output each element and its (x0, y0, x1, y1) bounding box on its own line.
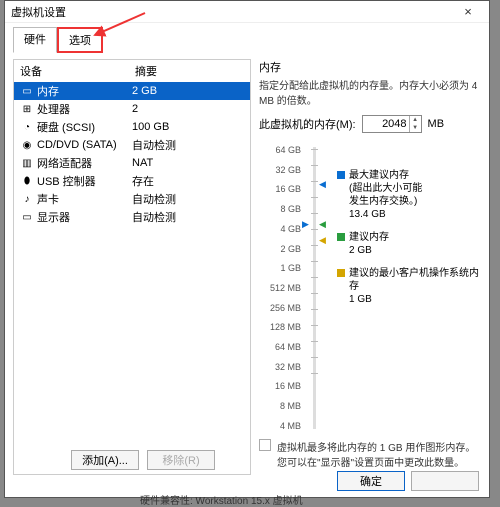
device-icon: ▥ (20, 158, 34, 169)
device-icon: ◉ (20, 140, 34, 151)
memory-footnote-text: 虚拟机最多将此内存的 1 GB 用作图形内存。您可以在"显示器"设置页面中更改此… (277, 439, 481, 469)
tick-label: 128 MB (259, 322, 301, 332)
device-summary: 自动检测 (132, 191, 244, 207)
hardware-list-panel: 设备 摘要 ▭内存2 GB⊞处理器2◔硬盘 (SCSI)100 GB◉CD/DV… (13, 59, 251, 475)
device-name: 网络适配器 (37, 155, 92, 171)
memory-footnote: 虚拟机最多将此内存的 1 GB 用作图形内存。您可以在"显示器"设置页面中更改此… (259, 433, 481, 475)
info-icon (259, 439, 271, 451)
tab-hardware[interactable]: 硬件 (13, 27, 57, 53)
device-icon: ⬮ (20, 176, 34, 187)
tick-label: 16 MB (259, 381, 301, 391)
col-device: 设备 (20, 63, 135, 79)
hardware-row[interactable]: ◉CD/DVD (SATA) 自动检测 (14, 136, 250, 154)
device-summary: 存在 (132, 173, 244, 189)
tick-label: 64 GB (259, 145, 301, 155)
hardware-list-header: 设备 摘要 (14, 60, 250, 82)
close-icon[interactable]: × (453, 4, 483, 19)
titlebar: 虚拟机设置 × (5, 1, 489, 23)
tick-label: 8 GB (259, 204, 301, 214)
tick-label: 2 GB (259, 244, 301, 254)
device-name: 声卡 (37, 191, 59, 207)
tick-label: 32 MB (259, 362, 301, 372)
tick-label: 16 GB (259, 184, 301, 194)
slider-thumb-icon[interactable]: ▶ (302, 219, 309, 230)
tick-label: 512 MB (259, 283, 301, 293)
tab-bar: 硬件 选项 (5, 23, 489, 53)
tick-label: 32 GB (259, 165, 301, 175)
legend-swatch-rec (337, 233, 345, 241)
hardware-row[interactable]: ♪声卡 自动检测 (14, 190, 250, 208)
memory-unit: MB (428, 118, 445, 130)
device-icon: ▭ (20, 86, 34, 97)
memory-group-title: 内存 (259, 59, 481, 75)
memory-legend: 最大建议内存 (超出此大小可能 发生内存交换。) 13.4 GB 建议内存 2 … (337, 143, 481, 433)
tick-label: 256 MB (259, 303, 301, 313)
tick-label: 4 GB (259, 224, 301, 234)
legend-max-note1: (超出此大小可能 (349, 182, 422, 195)
window-title: 虚拟机设置 (11, 4, 453, 20)
device-icon: ♪ (20, 194, 34, 205)
vm-settings-window: 虚拟机设置 × 硬件 选项 设备 摘要 ▭内存2 GB⊞处理器2◔硬盘 (SCS… (4, 0, 490, 498)
memory-slider-track[interactable]: ◀ ◀ ◀ ▶ (305, 143, 333, 433)
add-button[interactable]: 添加(A)... (71, 450, 139, 470)
device-summary: 2 GB (132, 85, 244, 97)
tick-label: 4 MB (259, 421, 301, 431)
legend-max-value: 13.4 GB (349, 208, 422, 221)
cancel-button[interactable] (411, 471, 479, 491)
col-summary: 摘要 (135, 63, 157, 79)
hardware-list[interactable]: ▭内存2 GB⊞处理器2◔硬盘 (SCSI)100 GB◉CD/DVD (SAT… (14, 82, 250, 446)
memory-stepper[interactable]: ▲▼ (362, 115, 422, 133)
legend-max-note2: 发生内存交换。) (349, 195, 422, 208)
legend-rec-value: 2 GB (349, 244, 389, 257)
device-summary: NAT (132, 157, 244, 169)
device-icon: ▭ (20, 212, 34, 223)
legend-swatch-min (337, 269, 345, 277)
device-name: 处理器 (37, 101, 70, 117)
device-summary: 自动检测 (132, 137, 244, 153)
ok-button[interactable]: 确定 (337, 471, 405, 491)
legend-max-title: 最大建议内存 (349, 169, 422, 182)
tick-label: 1 GB (259, 263, 301, 273)
hardware-row[interactable]: ⊞处理器 2 (14, 100, 250, 118)
device-summary: 自动检测 (132, 209, 244, 225)
hardware-row[interactable]: ▭内存 2 GB (14, 82, 250, 100)
device-summary: 2 (132, 103, 244, 115)
remove-button: 移除(R) (147, 450, 215, 470)
device-name: USB 控制器 (37, 173, 96, 189)
memory-panel: 内存 指定分配给此虚拟机的内存量。内存大小必须为 4 MB 的倍数。 此虚拟机的… (259, 59, 481, 475)
marker-min-icon: ◀ (319, 235, 326, 246)
marker-rec-icon: ◀ (319, 219, 326, 230)
tick-label: 8 MB (259, 401, 301, 411)
device-icon: ⊞ (20, 104, 34, 115)
hardware-row[interactable]: ⬮USB 控制器 存在 (14, 172, 250, 190)
hardware-row[interactable]: ▭显示器 自动检测 (14, 208, 250, 226)
device-name: CD/DVD (SATA) (37, 139, 117, 151)
legend-min-value: 1 GB (349, 293, 481, 306)
memory-label: 此虚拟机的内存(M): (259, 116, 356, 132)
memory-group-desc: 指定分配给此虚拟机的内存量。内存大小必须为 4 MB 的倍数。 (259, 77, 481, 107)
tick-label: 64 MB (259, 342, 301, 352)
device-summary: 100 GB (132, 121, 244, 133)
dialog-footer: 确定 (337, 471, 479, 491)
device-name: 硬盘 (SCSI) (37, 119, 95, 135)
legend-swatch-max (337, 171, 345, 179)
memory-slider-ticks: 64 GB 32 GB 16 GB 8 GB 4 GB 2 GB 1 GB 512 MB 256… (259, 143, 301, 433)
device-icon: ◔ (20, 122, 34, 133)
legend-rec-title: 建议内存 (349, 231, 389, 244)
status-bar: 硬件兼容性: Workstation 15.x 虚拟机 (140, 492, 303, 507)
annotation-arrow-icon (90, 13, 150, 48)
hardware-row[interactable]: ◔硬盘 (SCSI) 100 GB (14, 118, 250, 136)
device-name: 显示器 (37, 209, 70, 225)
hardware-list-buttons: 添加(A)... 移除(R) (14, 446, 250, 474)
device-name: 内存 (37, 83, 59, 99)
chevron-down-icon[interactable]: ▼ (409, 124, 421, 132)
hardware-row[interactable]: ▥网络适配器 NAT (14, 154, 250, 172)
legend-min-title: 建议的最小客户机操作系统内存 (349, 267, 481, 293)
chevron-up-icon[interactable]: ▲ (409, 116, 421, 124)
marker-max-icon: ◀ (319, 179, 326, 190)
